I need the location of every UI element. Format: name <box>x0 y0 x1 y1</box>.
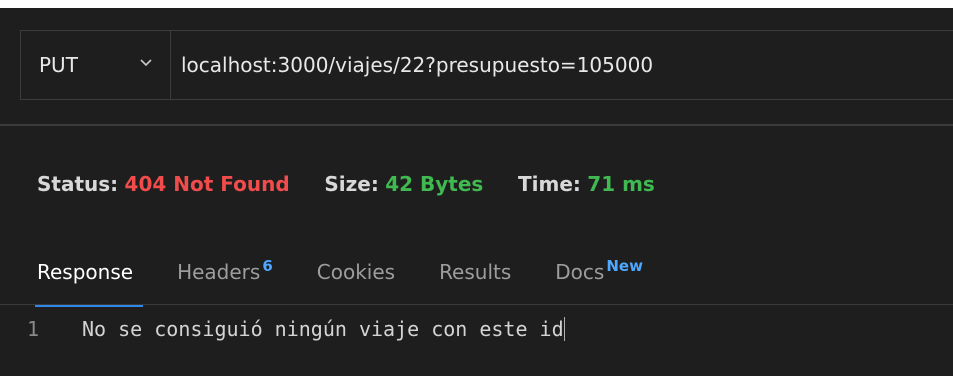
response-body-line: No se consiguió ningún viaje con este id <box>82 317 564 341</box>
url-input[interactable]: localhost:3000/viajes/22?presupuesto=105… <box>181 31 941 99</box>
request-bar: PUT localhost:3000/viajes/22?presupuesto… <box>20 30 953 100</box>
time-label: Time: <box>518 172 581 196</box>
tab-docs-label: Docs <box>555 260 605 284</box>
text-cursor <box>563 317 565 341</box>
tab-docs[interactable]: Docs New <box>555 256 643 304</box>
status-value: 404 Not Found <box>124 172 290 196</box>
tab-headers[interactable]: Headers 6 <box>177 256 273 304</box>
time-value: 71 ms <box>587 172 655 196</box>
tab-response-label: Response <box>37 260 134 284</box>
divider <box>0 124 953 126</box>
status-label: Status: <box>37 172 119 196</box>
tab-response[interactable]: Response <box>35 256 144 307</box>
method-label: PUT <box>39 53 78 77</box>
line-number: 1 <box>27 317 40 341</box>
response-body-editor[interactable]: 1 No se consiguió ningún viaje con este … <box>0 313 953 353</box>
headers-count-badge: 6 <box>262 257 273 275</box>
request-panel: PUT localhost:3000/viajes/22?presupuesto… <box>0 8 953 376</box>
response-body-text[interactable]: No se consiguió ningún viaje con este id <box>82 317 565 341</box>
tab-cookies[interactable]: Cookies <box>317 256 395 304</box>
response-tabs: Response Headers 6 Cookies Results Docs Ne… <box>35 256 687 307</box>
method-select[interactable]: PUT <box>21 31 171 99</box>
size-label: Size: <box>324 172 379 196</box>
tab-headers-label: Headers <box>177 260 261 284</box>
chevron-down-icon <box>140 59 152 67</box>
docs-new-badge: New <box>606 257 643 275</box>
size-value: 42 Bytes <box>385 172 484 196</box>
tab-cookies-label: Cookies <box>316 260 396 284</box>
response-status-line: Status: 404 Not Found Size: 42 Bytes Tim… <box>37 172 655 196</box>
tab-results[interactable]: Results <box>439 256 511 304</box>
tab-results-label: Results <box>439 260 512 284</box>
tab-divider <box>0 304 953 305</box>
